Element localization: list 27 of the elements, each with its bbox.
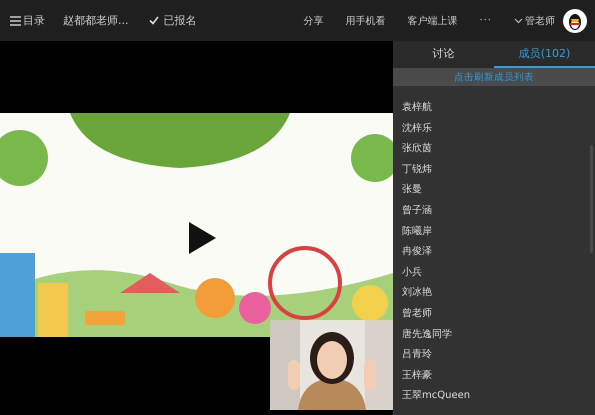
more-button[interactable]: ··· <box>479 15 492 26</box>
member-item[interactable]: 陈曦岸 <box>402 222 432 242</box>
member-item[interactable]: 王梓豪 <box>402 366 432 386</box>
member-item[interactable]: 吕青玲 <box>402 345 432 366</box>
user-menu[interactable]: 管老师 <box>514 14 555 28</box>
toolbar-link[interactable]: 用手机看 <box>345 14 386 28</box>
member-item[interactable]: 沈梓乐 <box>402 118 432 140</box>
member-item[interactable]: 张欣茵 <box>402 139 432 160</box>
member-item[interactable]: 王翠mcQueen <box>402 386 470 407</box>
member-item[interactable]: 袁梓航 <box>402 98 432 119</box>
toolbar-link[interactable]: 分享 <box>303 14 324 28</box>
avatar-icon[interactable] <box>563 8 587 32</box>
member-item[interactable]: 唐先逸同学 <box>402 324 452 346</box>
member-item[interactable]: 张曼 <box>402 180 422 201</box>
tab[interactable]: 讨论 <box>393 41 494 68</box>
member-item[interactable]: 刘冰艳 <box>402 283 432 304</box>
member-item[interactable]: 曾子涵 <box>402 200 432 222</box>
member-item[interactable]: 小兵 <box>402 262 422 284</box>
menu-button[interactable]: 目录 <box>10 13 45 28</box>
toolbar-link[interactable]: 客户端上课 <box>407 14 458 28</box>
member-item[interactable]: 冉俊泽 <box>402 242 432 263</box>
chevron-down-icon <box>514 18 523 24</box>
course-title: 赵都都老师... <box>63 13 128 28</box>
enrolled-status: 已报名 <box>164 13 196 28</box>
menu-icon <box>10 16 21 26</box>
member-item[interactable]: 丁锐炜 <box>402 160 432 180</box>
member-item[interactable]: 曾老师 <box>402 304 432 325</box>
